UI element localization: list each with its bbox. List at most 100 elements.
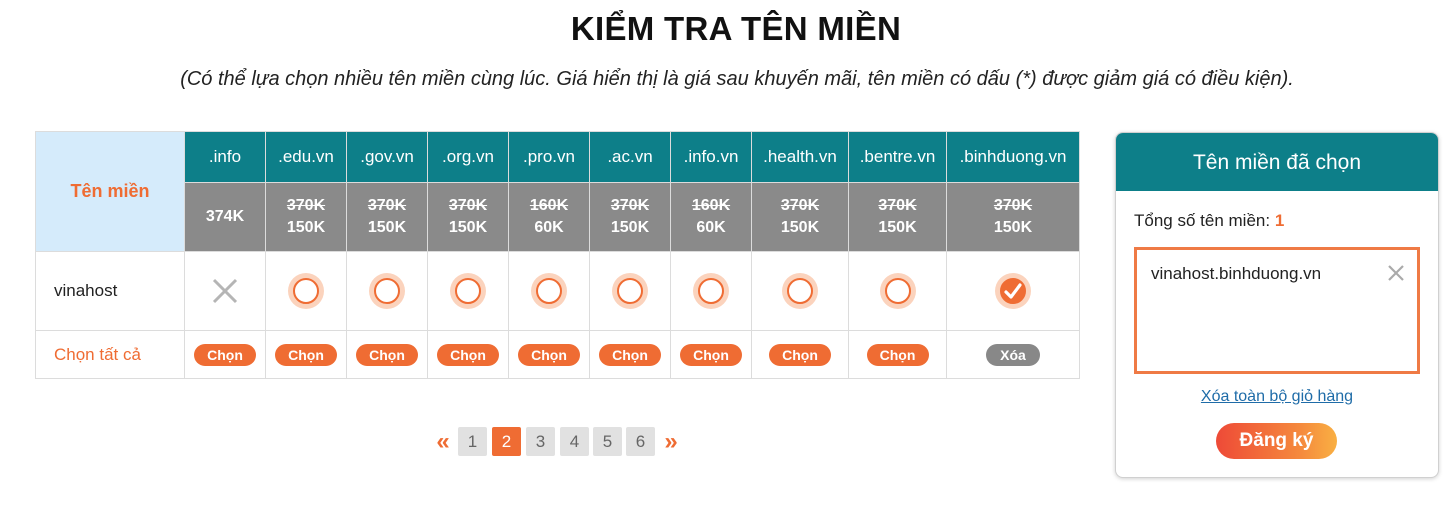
domain-checkbox[interactable]: [693, 273, 729, 309]
domain-checkbox[interactable]: [612, 273, 648, 309]
cart-item: vinahost.binhduong.vn: [1151, 264, 1322, 283]
availability-cell: [670, 251, 752, 331]
availability-cell: [751, 251, 849, 331]
domain-checkbox[interactable]: [782, 273, 818, 309]
select-button[interactable]: Chọn: [680, 343, 742, 366]
extension-header: .health.vn: [751, 131, 849, 183]
register-button[interactable]: Đăng ký: [1216, 423, 1337, 459]
old-price: 370K: [993, 197, 1033, 214]
availability-cell: [508, 251, 590, 331]
availability-cell: [346, 251, 428, 331]
action-cell: Chọn: [427, 330, 509, 379]
total-count: 1: [1274, 211, 1285, 230]
domain-checkbox[interactable]: [369, 273, 405, 309]
old-price: 370K: [610, 197, 650, 214]
old-price: 370K: [878, 197, 917, 214]
price-cell: 370K 150K: [427, 182, 509, 252]
selected-domains-panel: Tên miền đã chọn Tổng số tên miền: 1 vin…: [1115, 132, 1439, 478]
old-price: 370K: [367, 197, 407, 214]
current-price: 150K: [286, 219, 326, 236]
page-number[interactable]: 1: [458, 427, 487, 456]
action-cell: Xóa: [946, 330, 1080, 379]
availability-cell: [848, 251, 947, 331]
action-cell: Chọn: [670, 330, 752, 379]
total-label: Tổng số tên miền:: [1134, 211, 1275, 230]
extension-header: .edu.vn: [265, 131, 347, 183]
remove-button[interactable]: Xóa: [986, 343, 1040, 366]
page-number[interactable]: 2: [492, 427, 521, 456]
selected-domains-title: Tên miền đã chọn: [1116, 133, 1438, 191]
current-price: 150K: [780, 219, 820, 236]
old-price: 370K: [448, 197, 488, 214]
availability-cell: [427, 251, 509, 331]
select-button[interactable]: Chọn: [275, 343, 337, 366]
price-cell: 370K 150K: [751, 182, 849, 252]
total-domains: Tổng số tên miền: 1: [1134, 211, 1284, 231]
current-price: 150K: [878, 219, 917, 236]
old-price: 160K: [691, 197, 731, 214]
page-number[interactable]: 5: [593, 427, 622, 456]
domain-checkbox-checked[interactable]: [995, 273, 1031, 309]
close-icon[interactable]: [1385, 262, 1407, 284]
select-button[interactable]: Chọn: [769, 343, 831, 366]
check-icon: [1004, 283, 1022, 299]
current-price: 374K: [205, 208, 245, 225]
page-number[interactable]: 3: [526, 427, 555, 456]
domain-checkbox[interactable]: [879, 273, 916, 309]
page-subtitle: (Có thể lựa chọn nhiều tên miền cùng lúc…: [180, 68, 1294, 90]
extension-header: .bentre.vn: [848, 131, 947, 183]
prev-page-arrow[interactable]: «: [432, 427, 454, 456]
select-button[interactable]: Chọn: [356, 343, 418, 366]
price-cell: 370K 150K: [848, 182, 947, 252]
old-price: 160K: [529, 197, 569, 214]
select-button[interactable]: Chọn: [194, 343, 256, 366]
action-cell: Chọn: [589, 330, 671, 379]
old-price: 370K: [286, 197, 326, 214]
extension-header: .info: [184, 131, 266, 183]
action-cell: Chọn: [508, 330, 590, 379]
price-cell: 370K 150K: [265, 182, 347, 252]
price-cell: 370K 150K: [589, 182, 671, 252]
action-cell: Chọn: [265, 330, 347, 379]
page-number[interactable]: 4: [560, 427, 589, 456]
select-button[interactable]: Chọn: [437, 343, 499, 366]
select-button[interactable]: Chọn: [866, 343, 929, 366]
price-cell: 160K 60K: [508, 182, 590, 252]
extension-header: .org.vn: [427, 131, 509, 183]
price-cell: 374K: [184, 182, 266, 252]
domain-column-header: Tên miền: [35, 131, 185, 252]
domain-checkbox[interactable]: [450, 273, 486, 309]
select-button[interactable]: Chọn: [599, 343, 661, 366]
extension-header: .ac.vn: [589, 131, 671, 183]
action-cell: Chọn: [848, 330, 947, 379]
select-all-link[interactable]: Chọn tất cả: [35, 330, 185, 379]
clear-cart-link[interactable]: Xóa toàn bộ giỏ hàng: [1116, 388, 1438, 406]
domain-checkbox[interactable]: [531, 273, 567, 309]
current-price: 60K: [696, 219, 726, 236]
availability-cell: [184, 251, 266, 331]
page-number[interactable]: 6: [626, 427, 655, 456]
current-price: 150K: [993, 219, 1033, 236]
current-price: 60K: [534, 219, 564, 236]
extension-header: .pro.vn: [508, 131, 590, 183]
action-cell: Chọn: [184, 330, 266, 379]
price-cell: 370K 150K: [346, 182, 428, 252]
domain-name-label: vinahost: [35, 251, 185, 331]
next-page-arrow[interactable]: »: [660, 427, 682, 456]
current-price: 150K: [448, 219, 488, 236]
current-price: 150K: [610, 219, 650, 236]
availability-cell: [589, 251, 671, 331]
unavailable-x-icon: [212, 278, 238, 304]
domain-table: Tên miền .info .edu.vn .gov.vn .org.vn .pro.…: [35, 131, 1080, 379]
extension-header: .info.vn: [670, 131, 752, 183]
page-title: KIỂM TRA TÊN MIỀN: [570, 10, 902, 47]
domain-checkbox[interactable]: [288, 273, 324, 309]
old-price: 370K: [780, 197, 820, 214]
current-price: 150K: [367, 219, 407, 236]
price-cell: 370K 150K: [946, 182, 1080, 252]
action-cell: Chọn: [346, 330, 428, 379]
price-cell: 160K 60K: [670, 182, 752, 252]
action-cell: Chọn: [751, 330, 849, 379]
select-button[interactable]: Chọn: [518, 343, 580, 366]
extension-header: .binhduong.vn: [946, 131, 1080, 183]
